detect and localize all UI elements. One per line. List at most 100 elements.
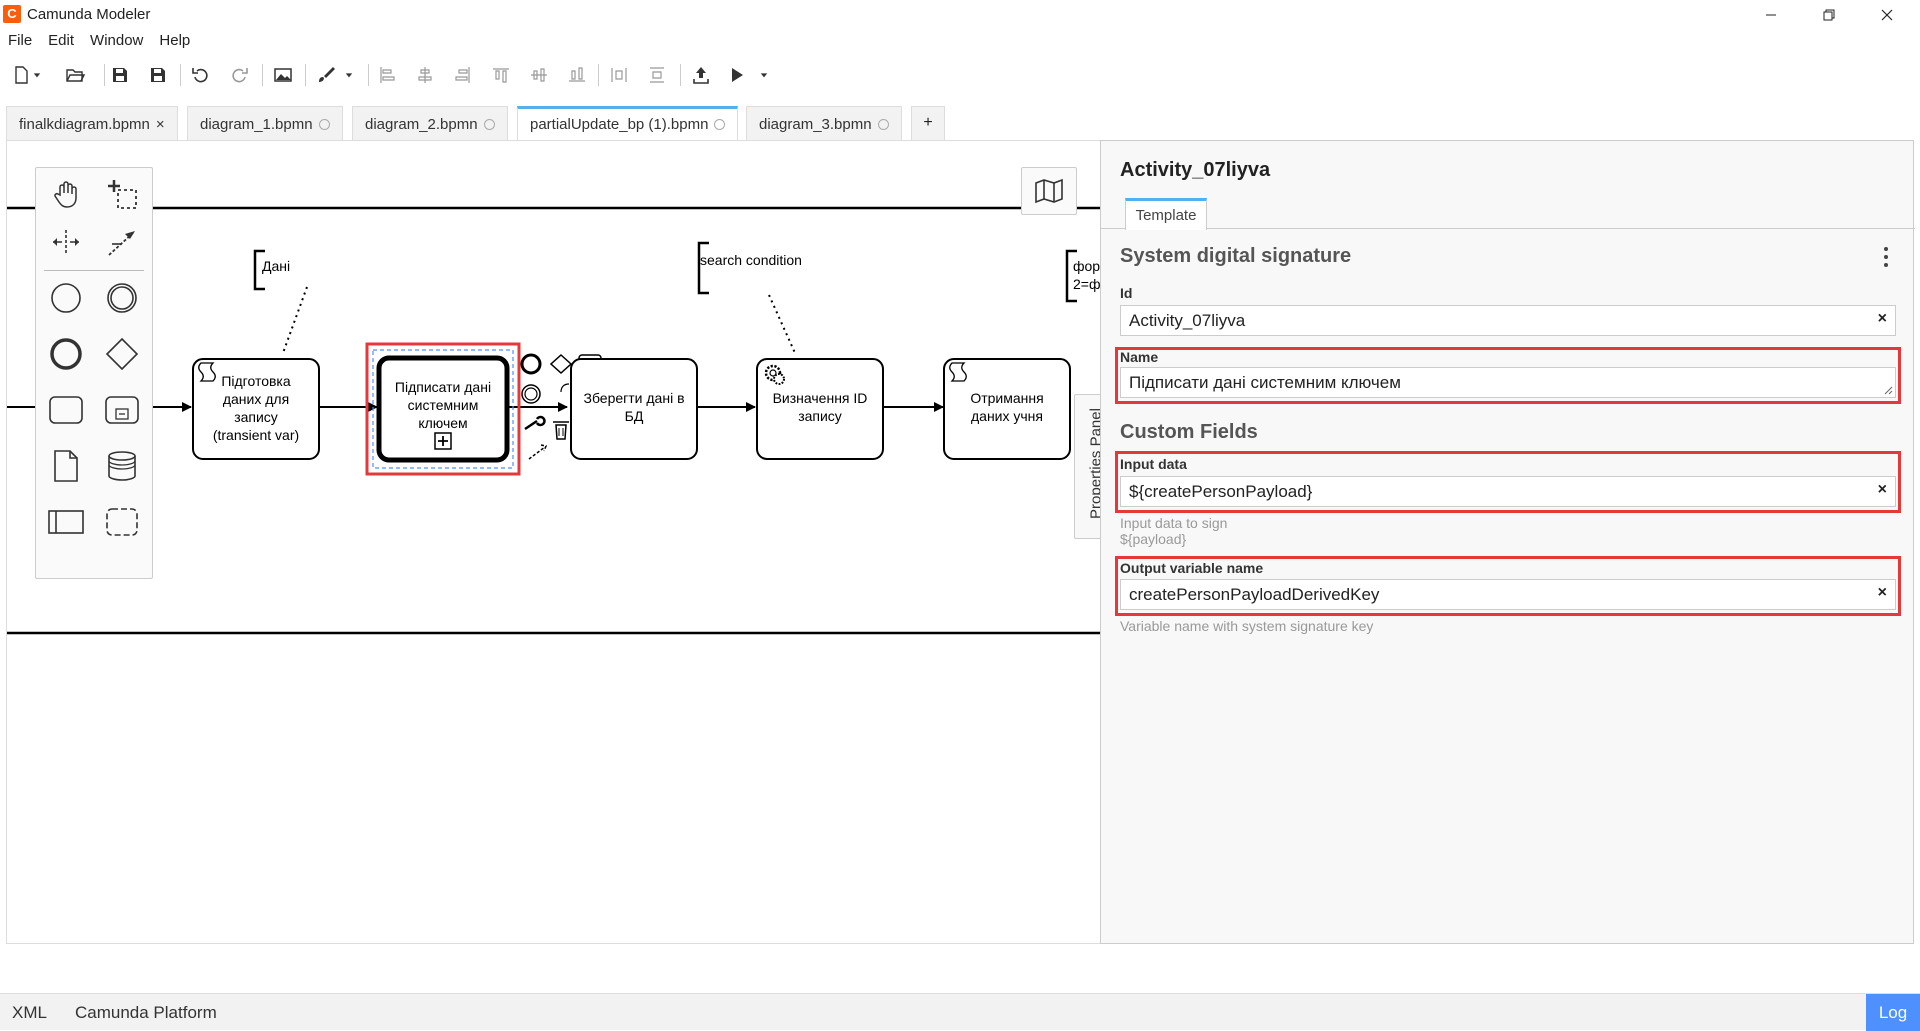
append-end-event-icon[interactable] [520, 353, 542, 375]
align-middle-button[interactable] [526, 62, 552, 88]
resize-grip-icon[interactable] [1883, 385, 1893, 395]
name-textarea[interactable]: Підписати дані системним ключем [1120, 367, 1896, 398]
close-tab-icon[interactable]: × [156, 116, 165, 133]
create-task[interactable] [44, 388, 88, 432]
align-bottom-button[interactable] [564, 62, 590, 88]
redo-button[interactable] [226, 62, 252, 88]
lasso-tool[interactable] [100, 172, 144, 216]
save-button[interactable] [107, 62, 133, 88]
space-tool[interactable] [44, 220, 88, 264]
clear-input-data-icon[interactable]: × [1878, 481, 1887, 499]
tab-diagram-2[interactable]: diagram_2.bpmn [352, 106, 508, 140]
annotation-text: Дані [262, 258, 290, 274]
clear-output-variable-icon[interactable]: × [1878, 584, 1887, 602]
undo-button[interactable] [188, 62, 214, 88]
create-intermediate-event[interactable] [100, 276, 144, 320]
xml-view-button[interactable]: XML [12, 1003, 47, 1023]
tab-template[interactable]: Template [1125, 198, 1207, 230]
text-annotation-icon[interactable] [560, 383, 570, 393]
append-gateway-icon[interactable] [549, 353, 573, 375]
tool-palette [35, 167, 153, 579]
align-middle-icon [531, 68, 547, 82]
more-options-icon[interactable] [1876, 245, 1896, 269]
engine-profile-button[interactable]: Camunda Platform [75, 1003, 217, 1023]
color-dropdown[interactable] [342, 62, 356, 88]
folder-open-icon [66, 69, 85, 82]
lasso-icon [108, 180, 137, 209]
call-activity-sign-data[interactable]: Підписати дані системним ключем [372, 349, 514, 469]
distribute-vertical-button[interactable] [644, 62, 670, 88]
id-input[interactable]: Activity_07liyva × [1120, 305, 1896, 336]
create-pool[interactable] [44, 500, 88, 544]
output-variable-field[interactable]: createPersonPayloadDerivedKey × [1120, 579, 1896, 610]
bpmn-diagram[interactable]: Дані search condition фор 2=ф Підготовка… [7, 141, 1100, 944]
delete-icon[interactable] [553, 421, 569, 440]
tab-partialupdate[interactable]: partialUpdate_bp (1).bpmn [517, 106, 739, 140]
annotation-text: 2=ф [1073, 276, 1100, 292]
align-right-icon [455, 67, 470, 83]
align-left-button[interactable] [374, 62, 400, 88]
distribute-horizontal-button[interactable] [606, 62, 632, 88]
new-file-icon [15, 66, 28, 84]
title-bar: C Camunda Modeler [0, 0, 1920, 29]
create-data-store[interactable] [100, 444, 144, 488]
minimize-button[interactable] [1742, 0, 1800, 29]
start-event-icon [51, 283, 81, 313]
task-save-data[interactable]: Зберегти дані в БД [570, 358, 698, 460]
name-label: Name [1120, 349, 1159, 365]
unsaved-circle-icon [318, 119, 330, 130]
minimap-toggle[interactable] [1021, 167, 1077, 215]
toolbar-separator [680, 64, 681, 86]
save-as-button[interactable] [145, 62, 171, 88]
deploy-button[interactable] [688, 62, 714, 88]
caret-down-icon [33, 73, 41, 78]
connect-icon[interactable] [528, 444, 548, 460]
hand-tool[interactable] [44, 172, 88, 216]
service-task-determine-id[interactable]: Визначення ID запису [756, 358, 884, 460]
tab-label: diagram_2.bpmn [365, 116, 478, 133]
input-data-field[interactable]: ${createPersonPayload} × [1120, 476, 1896, 507]
align-center-icon [418, 67, 432, 83]
text-annotation[interactable]: Дані [253, 249, 308, 354]
text-annotation[interactable]: фор 2=ф [1065, 249, 1100, 303]
create-subprocess[interactable] [100, 388, 144, 432]
tab-diagram-1[interactable]: diagram_1.bpmn [187, 106, 343, 140]
diagram-canvas[interactable]: Дані search condition фор 2=ф Підготовка… [6, 140, 1100, 944]
gateway-icon [105, 337, 139, 371]
output-variable-value: createPersonPayloadDerivedKey [1129, 585, 1380, 604]
menu-edit[interactable]: Edit [40, 30, 82, 52]
align-top-button[interactable] [488, 62, 514, 88]
menu-file[interactable]: File [0, 30, 40, 52]
restore-button[interactable] [1800, 0, 1858, 29]
start-instance-dropdown[interactable] [757, 62, 771, 88]
menu-help[interactable]: Help [151, 30, 198, 52]
tab-diagram-3[interactable]: diagram_3.bpmn [746, 106, 902, 140]
create-data-object[interactable] [44, 444, 88, 488]
create-gateway[interactable] [100, 332, 144, 376]
color-button[interactable] [313, 62, 339, 88]
align-center-button[interactable] [412, 62, 438, 88]
add-tab-button[interactable]: + [911, 106, 945, 140]
unsaved-circle-icon [483, 119, 495, 130]
close-window-button[interactable] [1858, 0, 1916, 29]
script-task-prepare-data[interactable]: Підготовка даних для запису (transient v… [192, 358, 320, 460]
open-file-button[interactable] [62, 62, 88, 88]
script-task-get-student-data[interactable]: Отримання даних учня [943, 358, 1071, 460]
undo-icon [192, 68, 208, 83]
start-instance-button[interactable] [724, 62, 750, 88]
log-button[interactable]: Log [1866, 994, 1920, 1031]
task-label: Зберегти дані в [583, 390, 684, 406]
create-end-event[interactable] [44, 332, 88, 376]
clear-id-icon[interactable]: × [1878, 310, 1887, 328]
new-file-dropdown[interactable] [30, 62, 44, 88]
global-connect-tool[interactable] [100, 220, 144, 264]
menu-window[interactable]: Window [82, 30, 151, 52]
tab-finalkdiagram[interactable]: finalkdiagram.bpmn × [6, 106, 178, 140]
text-annotation[interactable]: search condition [697, 241, 802, 354]
wrench-icon[interactable] [524, 415, 546, 431]
export-image-button[interactable] [270, 62, 296, 88]
create-start-event[interactable] [44, 276, 88, 320]
create-group[interactable] [100, 500, 144, 544]
properties-panel-toggle[interactable]: Properties Panel [1074, 394, 1100, 539]
align-right-button[interactable] [450, 62, 476, 88]
